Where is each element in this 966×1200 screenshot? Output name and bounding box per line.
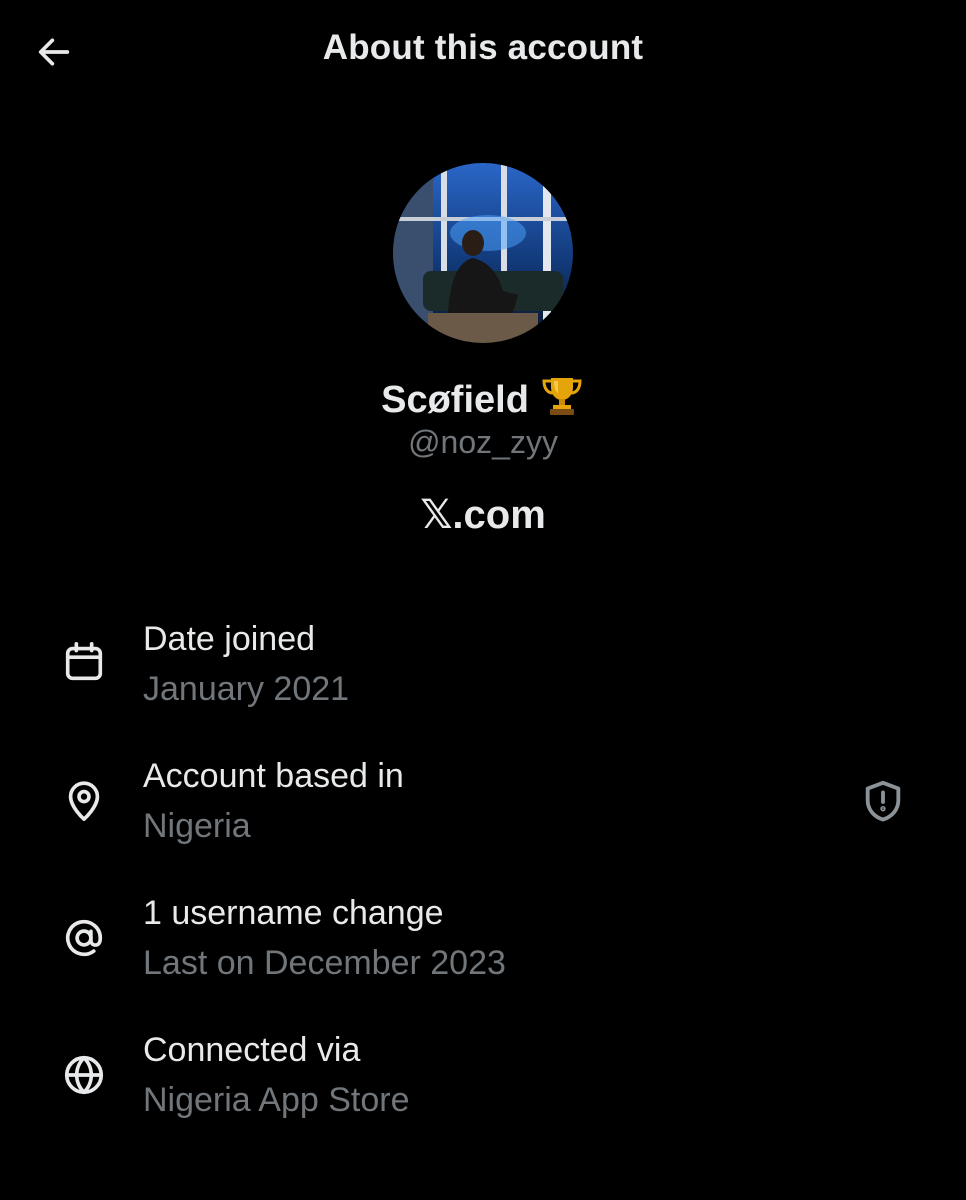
detail-value: January 2021 bbox=[143, 670, 350, 708]
display-name: Scøfield bbox=[0, 372, 966, 422]
detail-row-username-changes: 1 username change Last on December 2023 bbox=[0, 894, 966, 1004]
location-pin-icon bbox=[58, 775, 110, 827]
detail-row-connected-via: Connected via Nigeria App Store bbox=[0, 1031, 966, 1141]
detail-label: 1 username change bbox=[143, 894, 444, 932]
detail-value: Last on December 2023 bbox=[143, 944, 506, 982]
detail-label: Date joined bbox=[143, 620, 316, 658]
top-bar: About this account bbox=[0, 0, 966, 104]
platform-label: 𝕏.com bbox=[420, 493, 546, 537]
trophy-icon bbox=[539, 372, 585, 418]
shield-alert-button[interactable] bbox=[855, 773, 911, 829]
username-handle: @noz_zyy bbox=[408, 424, 558, 460]
avatar[interactable] bbox=[393, 163, 573, 343]
detail-value: Nigeria bbox=[143, 807, 251, 845]
page-title: About this account bbox=[322, 28, 644, 67]
detail-value: Nigeria App Store bbox=[143, 1081, 410, 1119]
detail-label: Account based in bbox=[143, 757, 404, 795]
shield-alert-icon bbox=[865, 780, 901, 822]
detail-row-date-joined: Date joined January 2021 bbox=[0, 620, 966, 730]
calendar-icon bbox=[58, 636, 110, 688]
avatar-photo bbox=[393, 163, 573, 343]
detail-row-account-location: Account based in Nigeria bbox=[0, 757, 966, 867]
display-name-text: Scøfield bbox=[381, 379, 529, 421]
at-sign-icon bbox=[58, 912, 110, 964]
globe-icon bbox=[58, 1049, 110, 1101]
detail-label: Connected via bbox=[143, 1031, 361, 1069]
